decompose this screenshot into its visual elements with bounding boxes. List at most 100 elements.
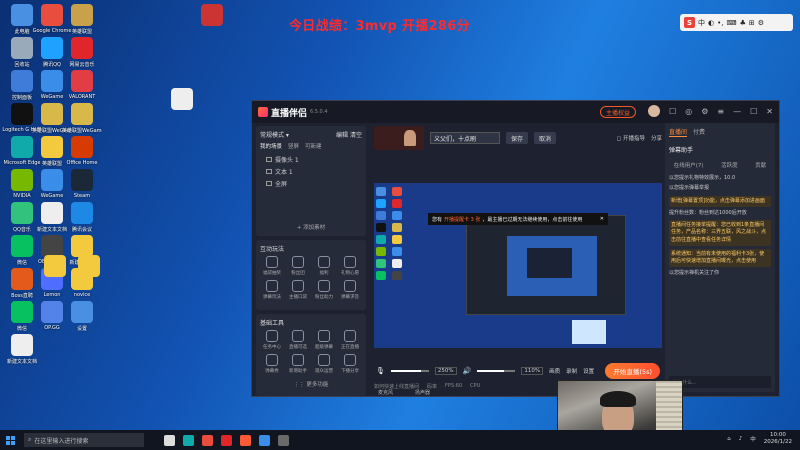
- tab-contribution[interactable]: 贡献: [755, 161, 766, 169]
- desktop-icon[interactable]: [165, 88, 199, 110]
- netease-music-icon[interactable]: [221, 434, 232, 446]
- user-avatar[interactable]: [648, 105, 661, 117]
- taskbar-search[interactable]: ⌕ 在这里输入进行搜索: [24, 433, 144, 447]
- settings-button[interactable]: 设置: [583, 367, 594, 375]
- tool-item[interactable]: 直播可选: [286, 330, 310, 350]
- chat-input[interactable]: 说点什么...: [669, 376, 771, 388]
- tool-item[interactable]: 观众运营: [312, 354, 336, 374]
- tool-item[interactable]: 新增助手: [286, 354, 310, 374]
- desktop-icon[interactable]: Office Home: [65, 136, 99, 166]
- live-guide-button[interactable]: ◻ 开播指导: [617, 134, 645, 142]
- add-source-button[interactable]: + 添加素材: [260, 223, 362, 231]
- tool-item[interactable]: 超级弹幕: [312, 330, 336, 350]
- tool-item[interactable]: 下播分享: [338, 354, 362, 374]
- volume-icon[interactable]: ♪: [739, 436, 743, 442]
- file-icon: [78, 255, 100, 277]
- preview-webcam: [572, 320, 606, 344]
- interact-item[interactable]: 粉丝团: [286, 256, 310, 276]
- desktop-icon[interactable]: VALORANT: [65, 70, 99, 100]
- source-item-camera[interactable]: 摄像头 1: [260, 153, 362, 165]
- grid-icon[interactable]: ⊞: [749, 19, 755, 27]
- source-item-fullscreen[interactable]: 全屏: [260, 177, 362, 189]
- keyboard-icon[interactable]: ⌨: [726, 19, 736, 27]
- scene-title-input[interactable]: 义父们，十点刷: [430, 132, 500, 144]
- settings-icon[interactable]: ⚙: [758, 19, 764, 27]
- desktop-icon[interactable]: 新建文本文档: [5, 334, 39, 365]
- sogou-icon[interactable]: S: [684, 17, 695, 28]
- interact-item[interactable]: 福利: [312, 256, 336, 276]
- desktop-icon[interactable]: [195, 4, 229, 26]
- quality-button[interactable]: 画质: [549, 367, 560, 375]
- maximize-icon[interactable]: ☐: [750, 107, 757, 116]
- menu-icon[interactable]: ≡: [717, 107, 724, 116]
- ime-mode[interactable]: 中: [698, 18, 705, 28]
- mic-icon[interactable]: 🎙: [376, 367, 385, 375]
- record-button[interactable]: 录制: [566, 367, 577, 375]
- dot-icon[interactable]: •,: [717, 19, 723, 27]
- tab-online-users[interactable]: 在线用户(7): [674, 161, 704, 169]
- tab-new[interactable]: 可新建: [305, 142, 322, 150]
- chrome-icon[interactable]: [202, 434, 213, 446]
- desktop-icon[interactable]: 网易云音乐: [65, 37, 99, 68]
- settings-icon[interactable]: ⚙: [701, 107, 708, 116]
- tab-vertical[interactable]: 竖屏: [288, 142, 299, 150]
- help-link[interactable]: 如何快速上线直播间: [374, 383, 419, 390]
- tab-live-room[interactable]: 直播间: [669, 127, 688, 137]
- network-icon[interactable]: ⌂: [727, 436, 731, 442]
- interact-label: 主播口袋: [289, 295, 307, 300]
- stream-preview[interactable]: 您有 开播提醒卡 3 张 ，最主播已过期无法继续使用，点击前往使用 ✕: [374, 183, 662, 348]
- speaker-icon[interactable]: 🔊: [463, 367, 472, 375]
- desktop-icon[interactable]: 腾讯会议: [65, 202, 99, 233]
- interact-item[interactable]: 粉丝助力: [312, 280, 336, 300]
- tool-item[interactable]: 弹幕秀: [260, 354, 284, 374]
- source-item-text[interactable]: 文本 1: [260, 165, 362, 177]
- ime-toolbar[interactable]: S 中 ◐ •, ⌨ ♣ ⊞ ⚙: [680, 14, 793, 31]
- save-button[interactable]: 保存: [506, 132, 529, 144]
- share-button[interactable]: 分享: [651, 134, 662, 142]
- moon-icon[interactable]: ◐: [708, 19, 714, 27]
- tab-my-scenes[interactable]: 我的场景: [260, 142, 282, 150]
- task-view-icon[interactable]: [164, 434, 175, 446]
- desktop-icon[interactable]: Steam: [65, 169, 99, 199]
- app-icon[interactable]: [278, 434, 289, 446]
- mode-dropdown[interactable]: 常规模式 ▾: [260, 130, 289, 139]
- tab-activity[interactable]: 活跃度: [721, 161, 738, 169]
- desktop-icon[interactable]: 设置: [65, 301, 99, 332]
- scene-edit-bar: 义父们，十点刷 保存 取消 ◻ 开播指导 分享: [370, 123, 666, 153]
- interact-item[interactable]: 弹幕玩法: [260, 280, 284, 300]
- host-rights-button[interactable]: 主播权益: [600, 106, 637, 118]
- wegame-icon[interactable]: [259, 434, 270, 446]
- interact-label: 粉丝团: [291, 271, 305, 276]
- chat-icon[interactable]: ☐: [669, 107, 676, 116]
- interact-item[interactable]: 弹幕求签: [338, 280, 362, 300]
- tool-icon: [344, 354, 356, 366]
- desktop-icon[interactable]: [38, 255, 72, 277]
- start-live-button[interactable]: 开始直播(5s): [605, 363, 660, 379]
- edge-icon[interactable]: [183, 434, 194, 446]
- minimize-icon[interactable]: —: [733, 107, 741, 116]
- lang-indicator[interactable]: 中: [750, 435, 756, 443]
- tool-item[interactable]: 任务中心: [260, 330, 284, 350]
- mic-volume-slider[interactable]: [390, 370, 429, 372]
- desktop-icon[interactable]: [72, 255, 106, 277]
- tab-paid[interactable]: 付费: [693, 127, 705, 137]
- interact-item[interactable]: 主播口袋: [286, 280, 310, 300]
- scene-thumbnail[interactable]: [374, 126, 424, 150]
- shirt-icon[interactable]: ♣: [740, 19, 746, 27]
- speaker-volume-slider[interactable]: [477, 370, 516, 372]
- more-features-button[interactable]: ⋮⋮ 更多功能: [260, 380, 362, 388]
- desktop-icon[interactable]: 英雄联盟WeGame版: [62, 103, 102, 134]
- interact-item[interactable]: 礼物心愿: [338, 256, 362, 276]
- interact-item[interactable]: 福袋抽奖: [260, 256, 284, 276]
- desktop-icon[interactable]: 英雄联盟: [65, 4, 99, 35]
- preview-notice[interactable]: 您有 开播提醒卡 3 张 ，最主播已过期无法继续使用，点击前往使用 ✕: [428, 213, 608, 225]
- close-icon[interactable]: ✕: [600, 216, 604, 222]
- tool-item[interactable]: 正在直播: [338, 330, 362, 350]
- headset-icon[interactable]: ◎: [685, 107, 692, 116]
- start-button[interactable]: [0, 430, 20, 450]
- cancel-button[interactable]: 取消: [534, 132, 557, 144]
- live-companion-icon[interactable]: [240, 434, 251, 446]
- clock[interactable]: 10:00 2026/1/22: [764, 432, 792, 446]
- edit-button[interactable]: 编辑 清空: [336, 130, 362, 139]
- close-icon[interactable]: ✕: [766, 107, 773, 116]
